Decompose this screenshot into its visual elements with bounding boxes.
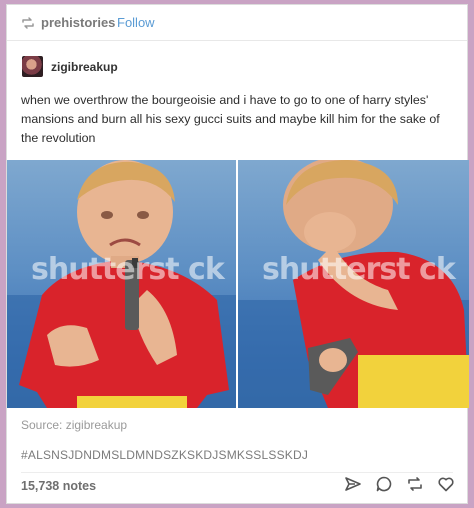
post-image-right[interactable]: shutterst ck: [238, 160, 469, 408]
share-icon[interactable]: [344, 475, 362, 493]
follow-button[interactable]: Follow: [117, 15, 155, 30]
post-card: prehistories Follow zigibreakup when we …: [6, 4, 469, 504]
post-tag[interactable]: #ALSNSJDNDMSLDMNDSZKSKDJSMKSSLSSKDJ: [21, 448, 308, 462]
post-actions: [344, 475, 455, 493]
notes-count[interactable]: 15,738 notes: [21, 479, 96, 493]
post-header: prehistories Follow: [7, 5, 467, 41]
avatar[interactable]: [22, 56, 43, 77]
watermark-right: shutterst ck: [262, 252, 456, 287]
author-name[interactable]: zigibreakup: [51, 60, 118, 74]
like-icon[interactable]: [437, 475, 455, 493]
reblogged-from-blog[interactable]: prehistories: [41, 15, 115, 30]
reblog-icon[interactable]: [406, 475, 424, 493]
source-link[interactable]: Source: zigibreakup: [21, 418, 127, 432]
reblog-icon: [21, 16, 35, 30]
watermark-left: shutterst ck: [31, 252, 225, 287]
reply-icon[interactable]: [375, 475, 393, 493]
footer-divider: [21, 472, 453, 473]
post-image-left[interactable]: shutterst ck: [7, 160, 236, 408]
post-text: when we overthrow the bourgeoisie and i …: [21, 93, 440, 145]
